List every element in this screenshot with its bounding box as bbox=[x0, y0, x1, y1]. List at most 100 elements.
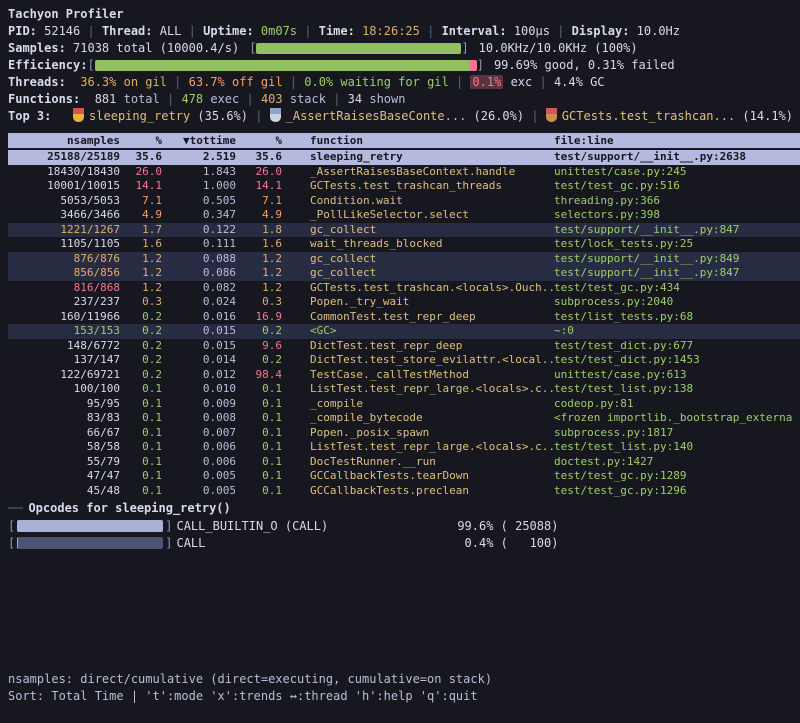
footer-keybindings: Sort: Total Time | 't':mode 'x':trends ↔… bbox=[8, 688, 800, 705]
cell-pct-direct: 1.2 bbox=[120, 266, 162, 281]
table-row[interactable]: 55/790.10.0060.1DocTestRunner.__rundocte… bbox=[8, 455, 800, 470]
table-row[interactable]: 148/67720.20.0159.6DictTest.test_repr_de… bbox=[8, 339, 800, 354]
cell-pct-direct: 0.2 bbox=[120, 368, 162, 383]
table-row[interactable]: 3466/34664.90.3474.9_PollLikeSelector.se… bbox=[8, 208, 800, 223]
function-table: nsamples%▼tottime%functionfile:line 2518… bbox=[8, 133, 800, 498]
table-row[interactable]: 160/119660.20.01616.9CommonTest.test_rep… bbox=[8, 310, 800, 325]
cell-nsamples: 876/876 bbox=[8, 252, 120, 267]
thread-stat-label: waiting for gil bbox=[333, 75, 449, 89]
cell-nsamples: 100/100 bbox=[8, 382, 120, 397]
bar-bracket-left: [ bbox=[8, 536, 15, 550]
top3-line: Top 3: sleeping_retry (35.6%) | _AssertR… bbox=[8, 108, 800, 125]
column-header-pct-cumulative[interactable]: % bbox=[236, 133, 282, 148]
cell-pct-cumulative: 1.2 bbox=[236, 281, 282, 296]
cell-pct-cumulative: 0.1 bbox=[236, 382, 282, 397]
table-row[interactable]: 122/697210.20.01298.4TestCase._callTestM… bbox=[8, 368, 800, 383]
silver-medal-icon bbox=[270, 108, 281, 122]
functions-shown-value: 34 bbox=[348, 92, 362, 106]
cell-pct-direct: 0.2 bbox=[120, 324, 162, 339]
table-row[interactable]: 816/8681.20.0821.2GCTests.test_trashcan.… bbox=[8, 281, 800, 296]
cell-tottime: 0.082 bbox=[162, 281, 236, 296]
table-row[interactable]: 95/950.10.0090.1_compilecodeop.py:81 bbox=[8, 397, 800, 412]
cell-nsamples: 83/83 bbox=[8, 411, 120, 426]
cell-function: GCTests.test_trashcan_threads bbox=[282, 179, 554, 194]
cell-pct-direct: 0.1 bbox=[120, 469, 162, 484]
column-header-function[interactable]: function bbox=[282, 133, 554, 148]
separator: | bbox=[297, 24, 319, 38]
cell-tottime: 0.024 bbox=[162, 295, 236, 310]
cell-nsamples: 18430/18430 bbox=[8, 165, 120, 180]
column-header-tottime[interactable]: ▼tottime bbox=[162, 133, 236, 148]
table-row[interactable]: 876/8761.20.0881.2gc_collecttest/support… bbox=[8, 252, 800, 267]
opcodes-title: Opcodes for sleeping_retry() bbox=[28, 501, 230, 515]
column-header-pct-direct[interactable]: % bbox=[120, 133, 162, 148]
efficiency-bar-track bbox=[95, 60, 477, 71]
cell-function: GCTests.test_trashcan.<locals>.Ouch... bbox=[282, 281, 554, 296]
samples-value: 71038 total (10000.4/s) bbox=[73, 41, 239, 55]
table-row[interactable]: 58/580.10.0060.1ListTest.test_repr_large… bbox=[8, 440, 800, 455]
cell-tottime: 0.505 bbox=[162, 194, 236, 209]
table-header-row: nsamples%▼tottime%functionfile:line bbox=[8, 133, 800, 148]
table-row[interactable]: 1105/11051.60.1111.6wait_threads_blocked… bbox=[8, 237, 800, 252]
thread-stat-value: 0.1% bbox=[470, 75, 503, 89]
table-row[interactable]: 66/670.10.0070.1Popen._posix_spawnsubpro… bbox=[8, 426, 800, 441]
top-function-pct: (14.1%) bbox=[742, 109, 793, 123]
functions-total-label: total bbox=[116, 92, 159, 106]
separator: | bbox=[160, 92, 182, 106]
functions-line: Functions: 881 total | 478 exec | 403 st… bbox=[8, 91, 800, 108]
samples-rate: 10.0KHz/10.0KHz (100%) bbox=[479, 41, 638, 55]
cell-tottime: 2.519 bbox=[162, 150, 236, 165]
cell-function: _PollLikeSelector.select bbox=[282, 208, 554, 223]
cell-file-line: unittest/case.py:245 bbox=[554, 165, 800, 180]
functions-stack-value: 403 bbox=[261, 92, 283, 106]
column-header-nsamples[interactable]: nsamples bbox=[8, 133, 120, 148]
gold-medal-icon bbox=[73, 108, 84, 122]
table-row[interactable]: 137/1470.20.0140.2DictTest.test_store_ev… bbox=[8, 353, 800, 368]
cell-file-line: test/lock_tests.py:25 bbox=[554, 237, 800, 252]
table-row[interactable]: 237/2370.30.0240.3Popen._try_waitsubproc… bbox=[8, 295, 800, 310]
samples-bar-track bbox=[256, 43, 461, 54]
table-row[interactable]: 5053/50537.10.5057.1Condition.waitthread… bbox=[8, 194, 800, 209]
cell-nsamples: 1221/1267 bbox=[8, 223, 120, 238]
opcodes-list: []CALL_BUILTIN_O (CALL)99.6% ( 25088)[]C… bbox=[8, 517, 800, 551]
cell-file-line: ~:0 bbox=[554, 324, 800, 339]
efficiency-good-fill bbox=[95, 60, 469, 71]
table-row[interactable]: 10001/1001514.11.00014.1GCTests.test_tra… bbox=[8, 179, 800, 194]
cell-pct-cumulative: 14.1 bbox=[236, 179, 282, 194]
functions-exec-label: exec bbox=[203, 92, 239, 106]
table-row[interactable]: 47/470.10.0050.1GCCallbackTests.tearDown… bbox=[8, 469, 800, 484]
cell-tottime: 0.005 bbox=[162, 469, 236, 484]
separator: | bbox=[449, 75, 471, 89]
cell-nsamples: 137/147 bbox=[8, 353, 120, 368]
efficiency-bar: [] bbox=[87, 57, 483, 74]
stat-uptime-value: 0m07s bbox=[261, 24, 297, 38]
cell-pct-cumulative: 0.2 bbox=[236, 324, 282, 339]
cell-tottime: 0.006 bbox=[162, 440, 236, 455]
threads-stats: 36.3% on gil | 63.7% off gil | 0.0% wait… bbox=[80, 75, 604, 89]
functions-stats: 881 total | 478 exec | 403 stack | 34 sh… bbox=[95, 92, 406, 106]
opcode-bar-fill bbox=[17, 520, 162, 532]
table-row[interactable]: 153/1530.20.0150.2<GC>~:0 bbox=[8, 324, 800, 339]
table-row[interactable]: 18430/1843026.01.84326.0_AssertRaisesBas… bbox=[8, 165, 800, 180]
table-row[interactable]: 83/830.10.0080.1_compile_bytecode<frozen… bbox=[8, 411, 800, 426]
table-row[interactable]: 1221/12671.70.1221.8gc_collecttest/suppo… bbox=[8, 223, 800, 238]
thread-stat-value: 63.7% bbox=[189, 75, 225, 89]
footer-help-nsamples: nsamples: direct/cumulative (direct=exec… bbox=[8, 671, 800, 688]
table-row[interactable]: 25188/2518935.62.51935.6sleeping_retryte… bbox=[8, 150, 800, 165]
stat-time-value: 18:26:25 bbox=[362, 24, 420, 38]
table-row[interactable]: 45/480.10.0050.1GCCallbackTests.preclean… bbox=[8, 484, 800, 499]
column-header-file-line[interactable]: file:line bbox=[554, 133, 800, 148]
cell-pct-cumulative: 0.1 bbox=[236, 455, 282, 470]
opcode-row: []CALL_BUILTIN_O (CALL)99.6% ( 25088) bbox=[8, 517, 800, 534]
separator: | bbox=[550, 24, 572, 38]
cell-function: wait_threads_blocked bbox=[282, 237, 554, 252]
cell-pct-direct: 1.2 bbox=[120, 281, 162, 296]
top-function-pct: (35.6%) bbox=[197, 109, 248, 123]
cell-pct-direct: 26.0 bbox=[120, 165, 162, 180]
functions-stack-label: stack bbox=[283, 92, 326, 106]
table-row[interactable]: 856/8561.20.0861.2gc_collecttest/support… bbox=[8, 266, 800, 281]
cell-nsamples: 55/79 bbox=[8, 455, 120, 470]
table-row[interactable]: 100/1000.10.0100.1ListTest.test_repr_lar… bbox=[8, 382, 800, 397]
cell-tottime: 1.000 bbox=[162, 179, 236, 194]
cell-file-line: subprocess.py:1817 bbox=[554, 426, 800, 441]
